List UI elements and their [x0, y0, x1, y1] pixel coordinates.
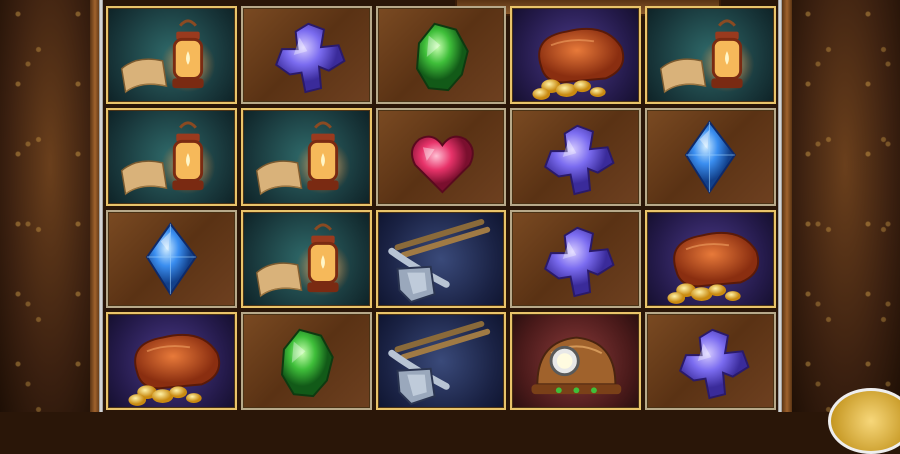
purple-clover-gem-icon [544, 124, 616, 196]
reel-cell [510, 6, 642, 104]
mine-wall-left [0, 0, 100, 412]
lantern-icon [120, 19, 216, 94]
reel-cell [510, 108, 642, 206]
metal-rail-right [778, 0, 782, 412]
mine-wall-right [790, 0, 900, 412]
reel-cell [645, 312, 776, 410]
reel-cell [645, 108, 776, 206]
reel-cell [375, 210, 507, 308]
metal-rail-left [99, 0, 103, 412]
reel-grid [104, 4, 778, 412]
reel-cell [240, 312, 372, 410]
lantern-icon [120, 121, 216, 196]
pickaxe-shovel-icon [387, 219, 490, 304]
bonus-button[interactable] [828, 388, 900, 454]
reel-cell [510, 312, 642, 410]
reel-cell [645, 210, 776, 308]
reel-cell [375, 108, 507, 206]
lantern-icon [660, 19, 755, 94]
gold-sack-icon [532, 28, 625, 100]
reel-cell [375, 312, 507, 410]
reel-cell [106, 312, 237, 410]
reel-cell [645, 6, 776, 104]
gold-sack-icon [128, 334, 221, 406]
miner-helmet-icon [531, 336, 622, 395]
pickaxe-shovel-icon [387, 321, 490, 406]
reel-cell [106, 210, 237, 308]
green-gem-icon [280, 328, 334, 398]
reel-cell [106, 6, 237, 104]
reel-cell [106, 108, 237, 206]
lantern-icon [255, 223, 351, 298]
lantern-icon [255, 121, 351, 196]
reel-cell [240, 108, 372, 206]
purple-clover-gem-icon [544, 226, 616, 298]
gold-sack-icon [667, 232, 760, 304]
wood-beam-right [782, 0, 792, 412]
reel-cell [240, 210, 372, 308]
purple-clover-gem-icon [274, 22, 346, 94]
reel-cell [510, 210, 642, 308]
purple-clover-gem-icon [679, 328, 750, 400]
reel-cell [375, 6, 507, 104]
red-heart-gem-icon [410, 135, 474, 194]
reel-cell [240, 6, 372, 104]
blue-diamond-gem-icon [145, 222, 197, 296]
green-gem-icon [415, 22, 469, 92]
blue-diamond-gem-icon [685, 120, 737, 194]
